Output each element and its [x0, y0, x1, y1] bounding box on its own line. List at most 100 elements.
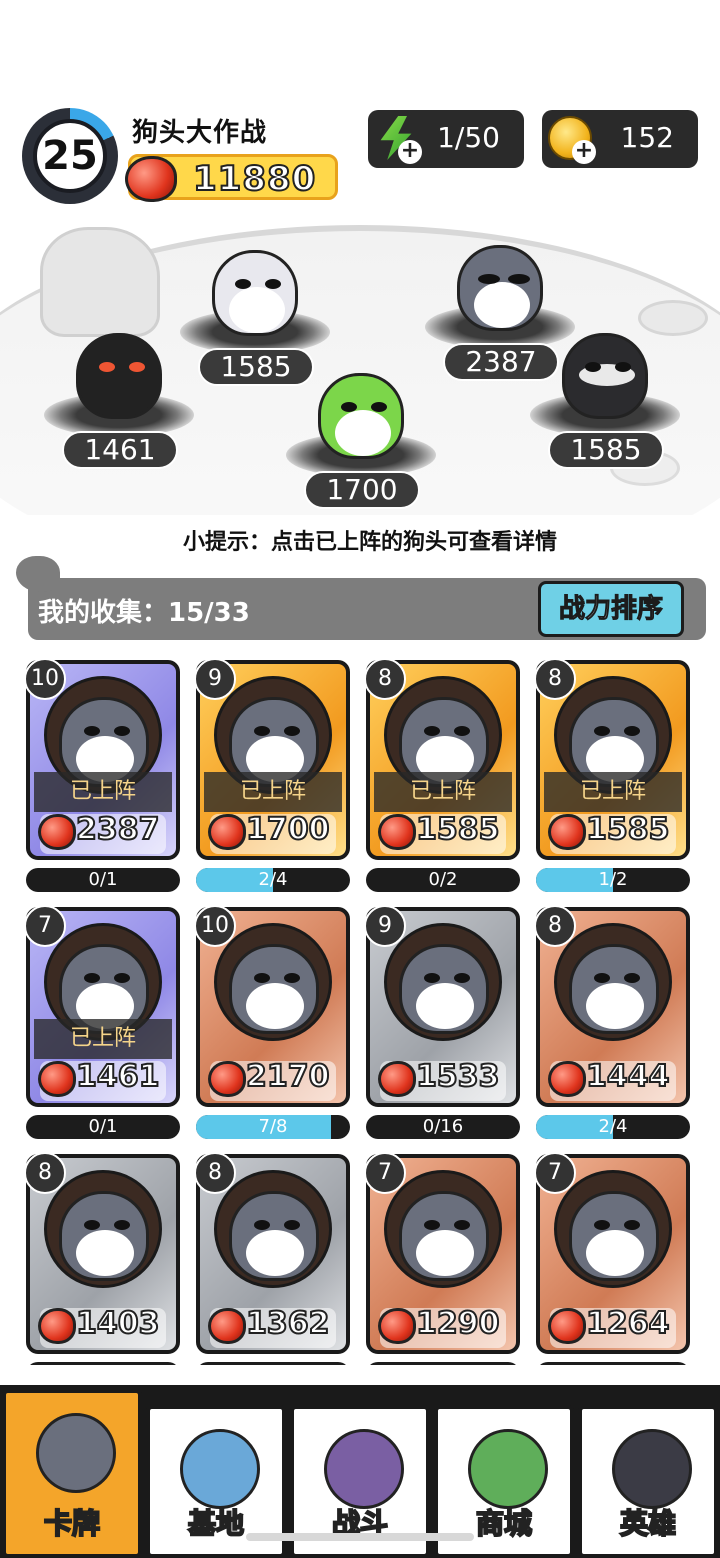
card-shard-progress [26, 1362, 180, 1365]
progress-text: 2/4 [598, 1116, 628, 1137]
dog-portrait-icon [569, 944, 659, 1034]
card-level-badge: 9 [194, 660, 236, 700]
sort-by-power-button[interactable]: 战力排序 [538, 581, 684, 637]
total-power-value: 11880 [192, 158, 317, 200]
card-level-badge: 9 [364, 905, 406, 947]
card-level-badge: 8 [534, 660, 576, 700]
card-portrait [554, 923, 672, 1041]
card-power: 1403 [38, 1305, 166, 1348]
dog-portrait-icon [229, 1191, 319, 1281]
slot-power: 1461 [62, 431, 178, 469]
card-level-badge: 7 [534, 1152, 576, 1194]
card-shard-progress: 0/2 [366, 868, 520, 892]
dog-portrait-icon [569, 1191, 659, 1281]
card-power-value: 1533 [415, 1058, 500, 1095]
energy-pill[interactable]: + 1/50 [368, 110, 524, 168]
card-power: 2387 [38, 811, 166, 854]
card-portrait [214, 1170, 332, 1288]
card-power: 1585 [548, 811, 676, 854]
card-level-badge: 8 [26, 1152, 66, 1194]
card-portrait [384, 923, 502, 1041]
card-power: 1585 [378, 811, 506, 854]
card-portrait [384, 1170, 502, 1288]
progress-text: 7/8 [258, 1116, 288, 1137]
slot-power: 2387 [443, 343, 559, 381]
dog-portrait-icon [229, 944, 319, 1034]
hero-dog-icon [612, 1429, 692, 1509]
money-icon [468, 1429, 548, 1509]
on-field-label: 已上阵 [34, 1019, 172, 1059]
card-level-badge: 10 [194, 905, 236, 947]
card-grid: 已上阵 2387 10 0/1 已上阵 1700 9 2/4 已上阵 1585 8 0/2 已上阵 158… [26, 660, 706, 1365]
slot-power: 1585 [198, 348, 314, 386]
card-shard-progress [536, 1362, 690, 1365]
card-power-value: 1461 [75, 1058, 160, 1095]
total-power-bar: 11880 [125, 154, 338, 202]
card-power: 1533 [378, 1058, 506, 1101]
castle-icon [180, 1429, 260, 1509]
card-shard-progress: 0/1 [26, 868, 180, 892]
power-fist-icon [38, 814, 76, 850]
power-fist-icon [548, 814, 586, 850]
dog-pet-icon[interactable] [457, 245, 543, 331]
power-fist-icon [548, 1061, 586, 1097]
card-power-value: 1362 [245, 1305, 330, 1342]
card-power-value: 1585 [585, 811, 670, 848]
power-fist-icon [208, 1061, 246, 1097]
power-fist-icon [208, 814, 246, 850]
slot-power: 1700 [304, 471, 420, 509]
coins-value: 152 [620, 121, 674, 154]
power-fist-icon [38, 1308, 76, 1344]
card-power: 1264 [548, 1305, 676, 1348]
level-ring: 25 [22, 108, 118, 204]
card-power-value: 1403 [75, 1305, 160, 1342]
on-field-label: 已上阵 [34, 772, 172, 812]
power-fist-icon [378, 814, 416, 850]
ninja-dog-icon[interactable] [562, 333, 648, 419]
stump-decoration [638, 300, 708, 336]
dog-portrait-icon [399, 944, 489, 1034]
card-shard-progress: 0/16 [366, 1115, 520, 1139]
card-shard-progress: 7/8 [196, 1115, 350, 1139]
card-level-badge: 7 [26, 905, 66, 947]
progress-text: 0/1 [88, 1116, 118, 1137]
progress-text: 0/2 [428, 869, 458, 890]
card-power: 1444 [548, 1058, 676, 1101]
on-field-label: 已上阵 [374, 772, 512, 812]
dog-pet-icon[interactable] [212, 250, 298, 336]
dog-card-icon [36, 1413, 116, 1493]
dino-dog-icon[interactable] [318, 373, 404, 459]
card-level-badge: 8 [534, 905, 576, 947]
card-power: 1461 [38, 1058, 166, 1101]
progress-text: 0/16 [422, 1116, 464, 1137]
coins-pill[interactable]: + 152 [542, 110, 698, 168]
progress-text: 1/2 [598, 869, 628, 890]
bomb-dog-icon[interactable] [76, 333, 162, 419]
card-shard-progress [366, 1362, 520, 1365]
card-portrait [554, 1170, 672, 1288]
nav-tab-0[interactable]: 卡牌 [2, 1389, 142, 1558]
add-energy-icon[interactable]: + [398, 140, 422, 164]
on-field-label: 已上阵 [544, 772, 682, 812]
card-shard-progress: 2/4 [196, 868, 350, 892]
card-power-value: 2387 [75, 811, 160, 848]
progress-text: 0/1 [88, 869, 118, 890]
collection-count: 我的收集：15/33 [38, 598, 250, 628]
paw-icon [324, 1429, 404, 1509]
power-fist-icon [125, 156, 177, 202]
power-fist-icon [378, 1308, 416, 1344]
nav-tab-label: 英雄 [619, 1506, 677, 1541]
nav-tab-4[interactable]: 英雄 [578, 1405, 718, 1558]
energy-value: 1/50 [437, 121, 500, 154]
collection-bar: 我的收集：15/33 战力排序 [16, 556, 706, 640]
card-power: 1290 [378, 1305, 506, 1348]
leaf-decoration [16, 556, 60, 592]
arena: 1585 2387 1461 1700 1585 [0, 205, 720, 515]
dog-portrait-icon [399, 1191, 489, 1281]
card-power-value: 1444 [585, 1058, 670, 1095]
add-coins-icon[interactable]: + [572, 140, 596, 164]
player-name: 狗头大作战 [132, 118, 268, 148]
player-level: 25 [33, 119, 107, 193]
card-portrait [44, 1170, 162, 1288]
card-shard-progress: 0/1 [26, 1115, 180, 1139]
